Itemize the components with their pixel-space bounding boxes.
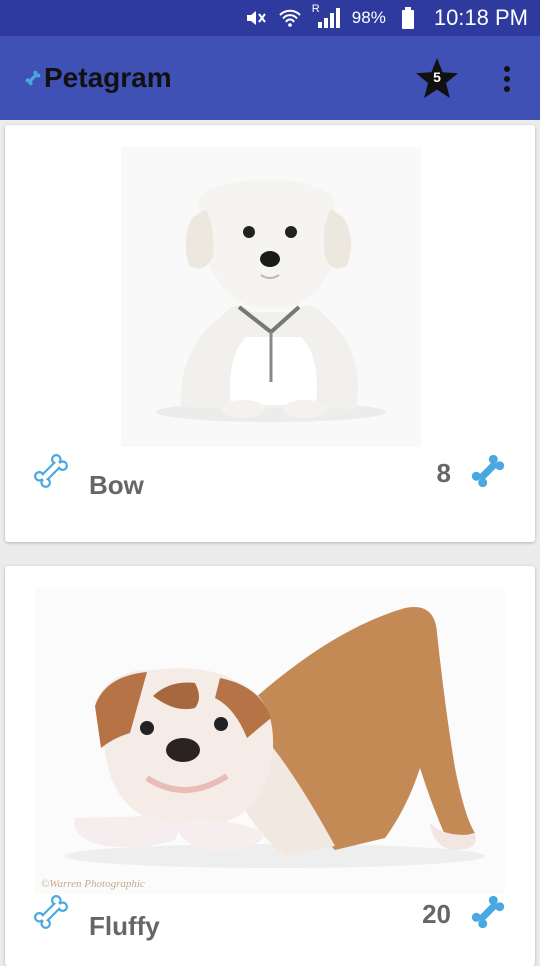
favorites-button[interactable]: 5 <box>414 56 460 102</box>
pet-name: Bow <box>89 470 144 500</box>
pet-photo <box>121 147 421 447</box>
favorites-count: 5 <box>433 69 441 85</box>
pet-name: Fluffy <box>89 911 160 941</box>
overflow-dot <box>504 66 510 72</box>
overflow-menu-button[interactable] <box>494 60 520 98</box>
like-count: 8 <box>436 458 451 488</box>
signal-icon: R <box>312 3 342 29</box>
status-bar: R 98% 10:18 PM <box>0 0 540 36</box>
like-bone-icon[interactable] <box>31 451 71 491</box>
app-bar: Petagram 5 <box>0 36 540 120</box>
rating-bone-icon[interactable] <box>468 892 508 932</box>
mute-icon <box>244 7 268 29</box>
overflow-dot <box>504 86 510 92</box>
overflow-dot <box>504 76 510 82</box>
photo-credit: ©Warren Photographic <box>41 878 145 890</box>
roaming-label: R <box>311 3 320 15</box>
rating-bone-icon[interactable] <box>468 451 508 491</box>
like-bone-icon[interactable] <box>31 892 71 932</box>
like-count: 20 <box>422 899 451 929</box>
pet-card: ©Warren Photographic Fluffy 20 <box>5 566 535 966</box>
wifi-icon <box>278 7 302 29</box>
bone-icon <box>24 69 42 87</box>
clock: 10:18 PM <box>433 5 528 30</box>
battery-percent: 98% <box>351 8 386 27</box>
pet-card: Bow 8 <box>5 125 535 542</box>
pet-photo: ©Warren Photographic <box>35 588 505 894</box>
app-title: Petagram <box>44 62 172 93</box>
battery-icon <box>396 7 420 29</box>
